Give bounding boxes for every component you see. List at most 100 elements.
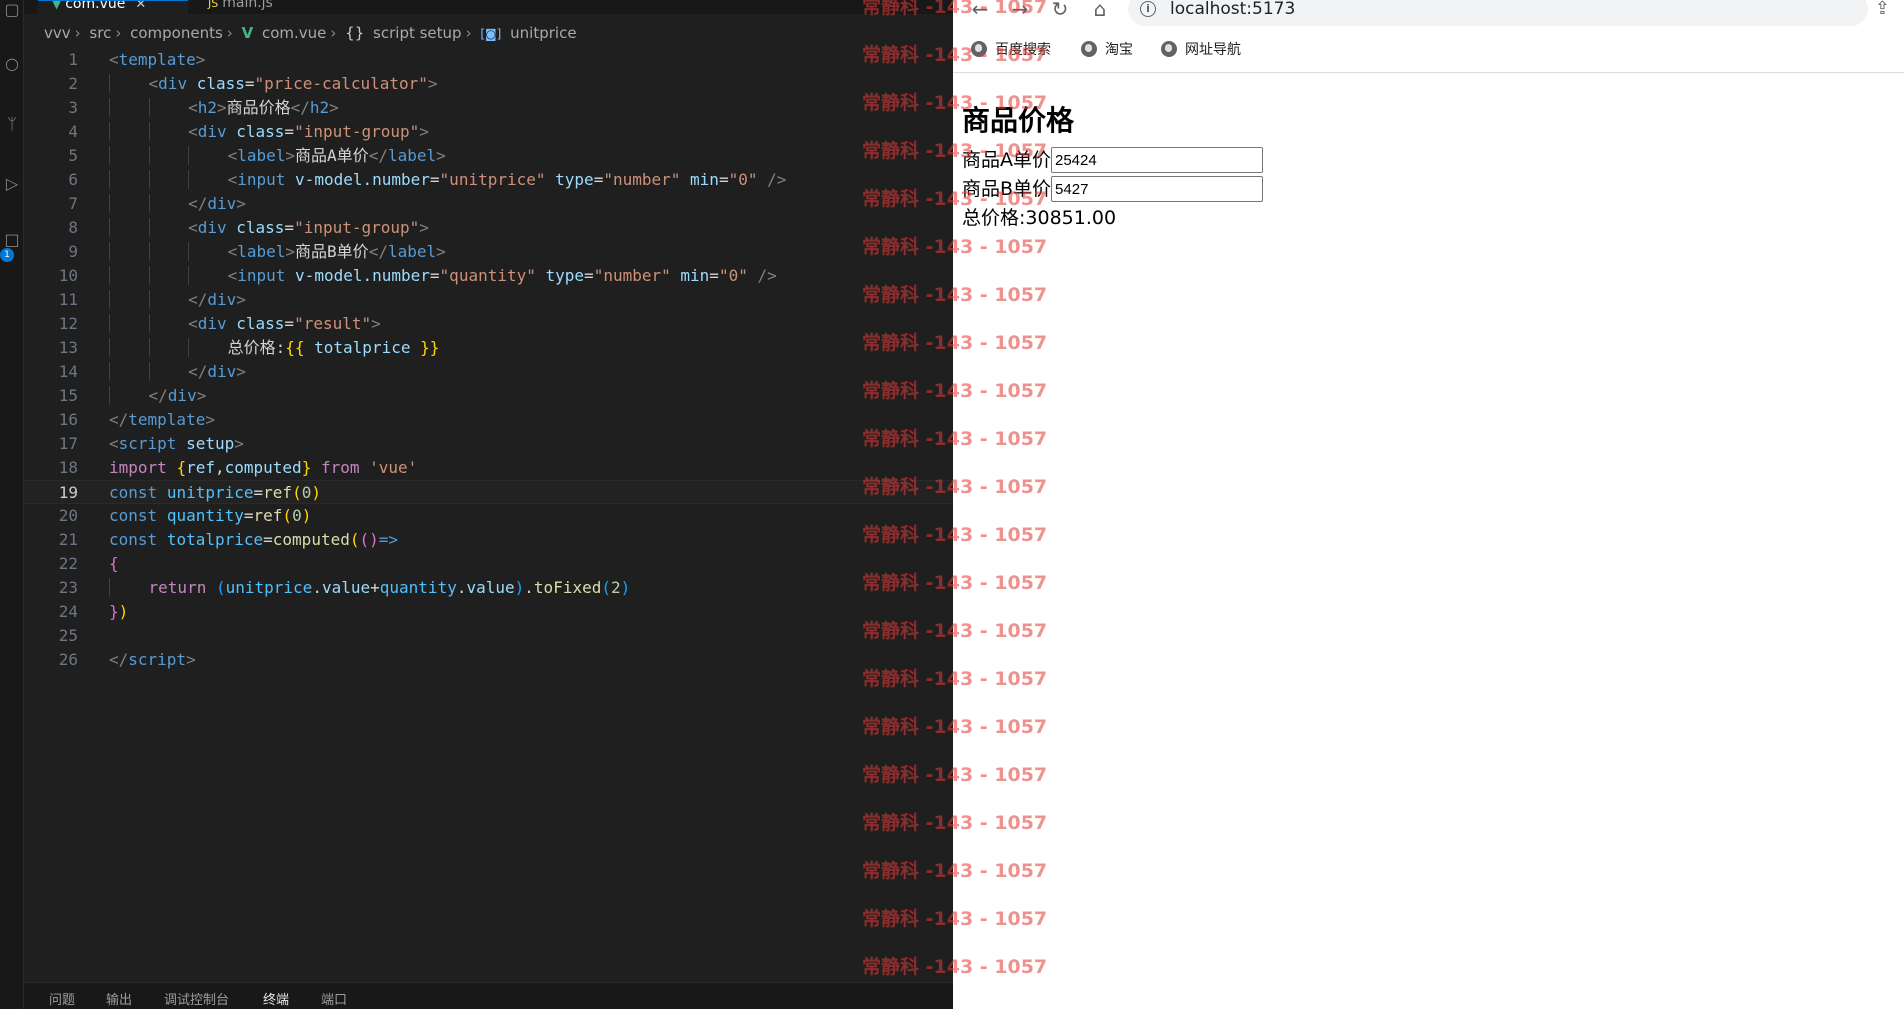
code-line: 3 <h2>商品价格</h2>: [24, 96, 953, 120]
code-line: 21 const totalprice=computed(()=>: [24, 528, 953, 552]
line-number: 24: [58, 602, 78, 621]
bookmark-baidu[interactable]: 百度搜索: [971, 37, 1051, 63]
reload-icon[interactable]: ↻: [1047, 0, 1073, 22]
tab-main-js[interactable]: JS main.js: [194, 0, 324, 14]
code-text: <label>商品B单价</label>: [109, 240, 446, 264]
breadcrumb-item[interactable]: src: [89, 24, 111, 42]
back-icon[interactable]: ←: [967, 0, 993, 22]
breadcrumb-item[interactable]: com.vue: [262, 24, 326, 42]
unit-price-b-label: 商品B单价: [962, 178, 1052, 200]
variable-icon: [◙]: [480, 27, 502, 41]
code-text: return (unitprice.value+quantity.value).…: [109, 576, 630, 600]
chevron-right-icon: ›: [115, 24, 122, 42]
code-text: const unitprice=ref(0): [109, 483, 321, 502]
chevron-right-icon: ›: [226, 24, 233, 42]
line-number: 10: [58, 266, 78, 285]
breadcrumb-item[interactable]: components: [130, 24, 223, 42]
code-line: 7 </div>: [24, 192, 953, 216]
line-number: 16: [58, 410, 78, 429]
breadcrumb-item[interactable]: vvv: [44, 24, 71, 42]
code-editor[interactable]: 1 <template> 2 <div class="price-calculat…: [24, 48, 953, 974]
info-icon[interactable]: i: [1140, 1, 1156, 17]
braces-icon: {}: [345, 24, 365, 42]
total-price-value: 30851.00: [1025, 207, 1117, 229]
line-number: 11: [58, 290, 78, 309]
code-text: </div>: [109, 360, 246, 384]
line-number: 25: [58, 626, 78, 645]
forward-icon[interactable]: →: [1007, 0, 1033, 22]
tab-ports[interactable]: 端口: [321, 989, 347, 1008]
code-line: 17 <script setup>: [24, 432, 953, 456]
bookmark-taobao[interactable]: 淘宝: [1081, 37, 1133, 63]
close-icon[interactable]: ✕: [135, 1, 146, 12]
code-line: 13 总价格:{{ totalprice }}: [24, 336, 953, 360]
total-price-label: 总价格:: [962, 207, 1026, 229]
code-line: 8 <div class="input-group">: [24, 216, 953, 240]
code-line: 14 </div>: [24, 360, 953, 384]
line-number: 7: [68, 194, 78, 213]
code-line: 5 <label>商品A单价</label>: [24, 144, 953, 168]
browser-toolbar: ← → ↻ ⌂ i localhost:5173 ⇪: [953, 0, 1904, 30]
home-icon[interactable]: ⌂: [1087, 0, 1113, 22]
code-line: 1 <template>: [24, 48, 953, 72]
breadcrumb-item[interactable]: script setup: [373, 24, 462, 42]
vue-file-icon: ▼: [52, 0, 62, 11]
code-text: <input v-model.number="quantity" type="n…: [109, 264, 777, 288]
source-control-icon[interactable]: ᛘ: [0, 112, 24, 136]
code-line: 15 </div>: [24, 384, 953, 408]
line-number: 22: [58, 554, 78, 573]
tab-label: main.js: [222, 0, 273, 11]
code-text: const totalprice=computed(()=>: [109, 530, 399, 549]
line-number: 26: [58, 650, 78, 669]
code-line: 4 <div class="input-group">: [24, 120, 953, 144]
code-text: 总价格:{{ totalprice }}: [109, 336, 439, 360]
unit-price-a-input[interactable]: [1051, 147, 1263, 173]
tab-debug-console[interactable]: 调试控制台: [164, 989, 229, 1008]
code-text: <script setup>: [109, 434, 244, 453]
bookmark-nav[interactable]: 网址导航: [1161, 37, 1241, 63]
line-number: 23: [58, 578, 78, 597]
line-number: 5: [68, 146, 78, 165]
chevron-right-icon: ›: [465, 24, 472, 42]
breadcrumb-item[interactable]: unitprice: [510, 24, 576, 42]
browser-window: ← → ↻ ⌂ i localhost:5173 ⇪ 百度搜索 淘宝 网址导航 …: [953, 0, 1904, 1009]
tab-problems[interactable]: 问题: [49, 989, 75, 1008]
line-number: 18: [58, 458, 78, 477]
code-text: <div class="result">: [109, 312, 381, 336]
code-line: 9 <label>商品B单价</label>: [24, 240, 953, 264]
unit-price-a-label: 商品A单价: [962, 149, 1051, 171]
line-number: 14: [58, 362, 78, 381]
bookmarks-bar: 百度搜索 淘宝 网址导航: [953, 37, 1904, 63]
code-line: 20 const quantity=ref(0): [24, 504, 953, 528]
search-icon[interactable]: ○: [0, 52, 24, 76]
code-text: </div>: [109, 384, 206, 408]
code-text: </div>: [109, 288, 246, 312]
line-number: 4: [68, 122, 78, 141]
run-debug-icon[interactable]: ▷: [0, 172, 24, 196]
unit-price-b-input[interactable]: [1051, 176, 1264, 202]
code-text: <input v-model.number="unitprice" type="…: [109, 168, 786, 192]
code-line: 11 </div>: [24, 288, 953, 312]
globe-icon: [1161, 41, 1177, 57]
code-text: </script>: [109, 650, 196, 669]
address-bar[interactable]: i localhost:5173: [1128, 0, 1868, 26]
line-number: 1: [68, 50, 78, 69]
tab-terminal[interactable]: 终端: [263, 989, 289, 1009]
code-line: 2 <div class="price-calculator">: [24, 72, 953, 96]
url-text[interactable]: localhost:5173: [1170, 0, 1295, 19]
code-text: <div class="price-calculator">: [109, 72, 438, 96]
line-number: 12: [58, 314, 78, 333]
tab-label: com.vue: [65, 0, 126, 12]
code-text: }): [109, 602, 129, 621]
code-line: 12 <div class="result">: [24, 312, 953, 336]
code-line: 25: [24, 624, 953, 648]
tab-output[interactable]: 输出: [106, 989, 132, 1008]
tab-com-vue[interactable]: ▼ com.vue ✕: [38, 0, 188, 14]
share-icon[interactable]: ⇪: [1875, 0, 1890, 19]
explorer-icon[interactable]: ▢: [0, 0, 24, 22]
line-number: 3: [68, 98, 78, 117]
code-line: 26 </script>: [24, 648, 953, 672]
panel-tabs: 问题 输出 调试控制台 终端 端口: [24, 982, 953, 1009]
code-text: import {ref,computed} from 'vue': [109, 458, 418, 477]
editor-tabs: ▼ com.vue ✕ JS main.js: [24, 0, 953, 14]
